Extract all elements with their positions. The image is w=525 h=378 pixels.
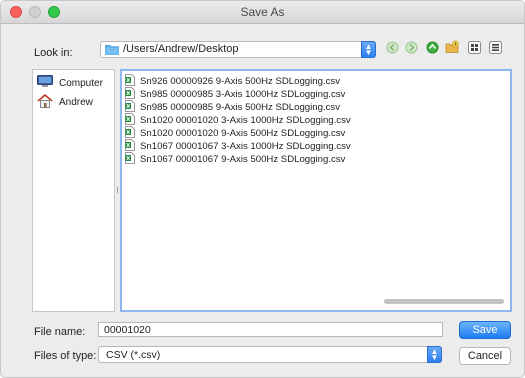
list-item[interactable]: Sn1067 00001067 3-Axis 1000Hz SDLogging.… [125,139,351,153]
file-name-text: Sn1020 00001020 3-Axis 1000Hz SDLogging.… [140,115,351,126]
horizontal-scrollbar[interactable] [384,299,504,304]
file-type-value: CSV (*.csv) [106,349,161,361]
file-name-text: Sn985 00000985 9-Axis 500Hz SDLogging.cs… [140,102,341,113]
file-name-text: Sn1067 00001067 9-Axis 500Hz SDLogging.c… [140,154,346,165]
places-sidebar: Computer Andrew [32,69,115,312]
list-item[interactable]: Sn1067 00001067 9-Axis 500Hz SDLogging.c… [125,152,346,167]
look-in-label: Look in: [34,47,73,59]
title-bar[interactable]: Save As [1,1,524,24]
file-type-select[interactable]: CSV (*.csv) ▲ ▼ [98,346,442,363]
file-list[interactable]: Sn926 00000926 9-Axis 500Hz SDLogging.cs… [120,69,512,312]
computer-icon [37,75,53,91]
look-in-path: /Users/Andrew/Desktop [123,43,239,55]
forward-button[interactable] [404,41,419,56]
back-button[interactable] [385,41,400,56]
detail-view-button[interactable] [488,40,503,57]
forward-icon [405,41,418,57]
cancel-button[interactable]: Cancel [459,347,511,365]
save-button[interactable]: Save [459,321,511,339]
parent-folder-button[interactable] [425,41,440,56]
list-item[interactable]: Sn1020 00001020 3-Axis 1000Hz SDLogging.… [125,113,351,127]
list-item[interactable]: Sn985 00000985 3-Axis 1000Hz SDLogging.c… [125,87,346,101]
look-in-combo[interactable]: /Users/Andrew/Desktop ▲ ▼ [100,41,376,58]
folder-icon [105,44,119,58]
file-name-text: Sn1067 00001067 3-Axis 1000Hz SDLogging.… [140,141,351,152]
file-name-input[interactable] [98,322,443,337]
parent-folder-icon [426,41,439,57]
detail-view-icon [489,40,502,57]
new-folder-icon [445,40,460,57]
splitter-grip [117,187,118,193]
new-folder-button[interactable] [445,40,460,57]
save-as-dialog: Save As Look in: /Users/Andrew/Desktop ▲… [0,0,525,378]
sidebar-item-label: Andrew [59,96,93,108]
list-item[interactable]: Sn1020 00001020 9-Axis 500Hz SDLogging.c… [125,126,346,140]
sidebar-item-computer[interactable]: Computer [37,75,103,91]
list-item[interactable]: Sn926 00000926 9-Axis 500Hz SDLogging.cs… [125,74,341,88]
file-name-text: Sn926 00000926 9-Axis 500Hz SDLogging.cs… [140,76,341,87]
file-type-label: Files of type: [34,350,97,362]
list-view-icon [468,40,481,57]
chevron-up-down-icon[interactable]: ▲ ▼ [427,346,442,363]
chevron-up-down-icon[interactable]: ▲ ▼ [361,41,376,58]
file-name-label: File name: [34,326,86,338]
list-view-button[interactable] [467,40,482,57]
sidebar-item-label: Computer [59,77,103,89]
window-title: Save As [240,5,285,19]
back-icon [386,41,399,57]
file-name-text: Sn985 00000985 3-Axis 1000Hz SDLogging.c… [140,89,346,100]
file-name-text: Sn1020 00001020 9-Axis 500Hz SDLogging.c… [140,128,346,139]
home-icon [37,93,53,111]
sidebar-item-andrew[interactable]: Andrew [37,93,93,111]
csv-file-icon [125,152,135,167]
list-item[interactable]: Sn985 00000985 9-Axis 500Hz SDLogging.cs… [125,100,341,114]
